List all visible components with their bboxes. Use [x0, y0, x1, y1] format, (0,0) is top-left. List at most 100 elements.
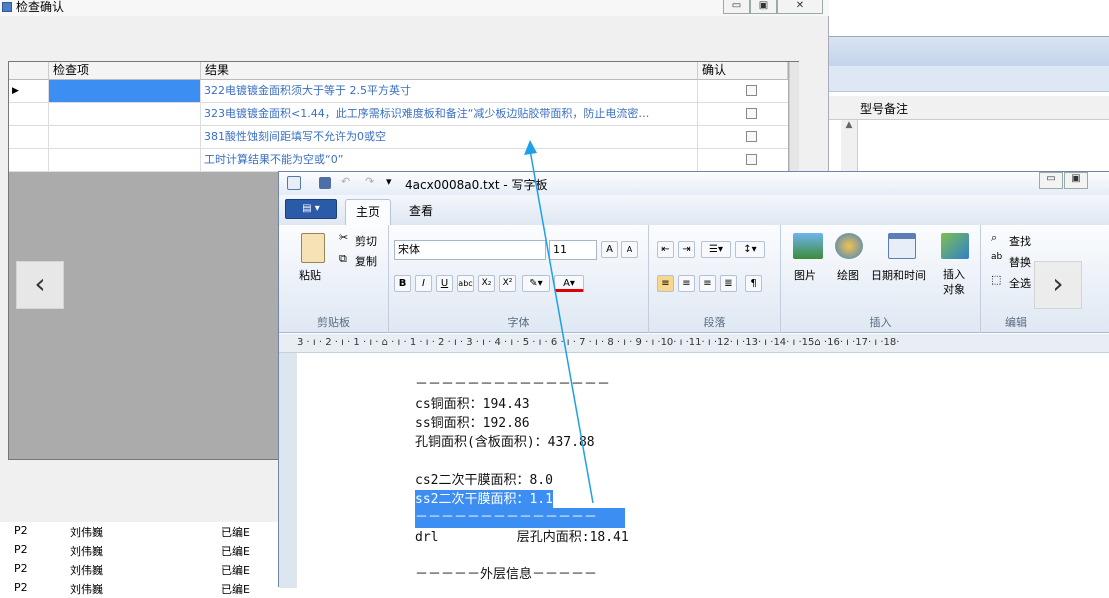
confirm-checkbox[interactable]	[746, 85, 757, 96]
paste-icon[interactable]	[301, 233, 325, 263]
cut-button[interactable]: 剪切	[355, 233, 377, 249]
grow-font-button[interactable]: A	[601, 241, 618, 258]
check-item-cell[interactable]	[49, 80, 201, 102]
align-center-icon[interactable]: ≡	[678, 275, 695, 292]
check-item-cell[interactable]	[49, 103, 201, 125]
group-label: 编辑	[1005, 316, 1027, 329]
tab-view[interactable]: 查看	[399, 199, 443, 225]
align-left-icon[interactable]: ≡	[657, 275, 674, 292]
doc-line[interactable]: －－－－－－－－－－－－－－－	[415, 375, 610, 395]
justify-icon[interactable]: ≣	[720, 275, 737, 292]
copy-button[interactable]: 复制	[355, 253, 377, 269]
find-button[interactable]: 查找	[1009, 233, 1031, 249]
datetime-button[interactable]: 日期和时间	[871, 267, 926, 283]
insert-object-button[interactable]: 插入对象	[943, 267, 969, 297]
code-cell: P2	[14, 581, 28, 594]
calendar-icon[interactable]	[888, 233, 916, 259]
line-spacing-icon[interactable]: ↕▾	[735, 241, 765, 258]
minimize-button[interactable]: ▭	[723, 0, 750, 14]
result-cell[interactable]: 323电镀镀金面积<1.44，此工序需标识难度板和备注“减少板边贴胶带面积，防止…	[201, 103, 698, 125]
doc-line[interactable]: cs铜面积：194.43	[415, 395, 530, 415]
picture-button[interactable]: 图片	[794, 267, 816, 283]
file-menu-button[interactable]: ▤ ▾	[285, 199, 337, 219]
select-all-button[interactable]: 全选	[1009, 275, 1031, 291]
doc-line-selected[interactable]: ss2二次干膜面积：1.1	[415, 490, 553, 510]
bullets-icon[interactable]: ☰▾	[701, 241, 731, 258]
group-label: 段落	[703, 316, 726, 329]
column-header-item[interactable]: 检查项	[49, 62, 201, 80]
italic-button[interactable]: I	[415, 275, 432, 292]
insert-object-icon[interactable]	[941, 233, 969, 259]
customize-toolbar-icon[interactable]: ▾	[386, 175, 392, 188]
check-item-cell[interactable]	[49, 126, 201, 148]
copy-icon[interactable]: ⧉	[339, 252, 347, 266]
tab-home[interactable]: 主页	[345, 199, 392, 225]
prev-button[interactable]: ‹	[16, 261, 64, 309]
superscript-button[interactable]: X²	[499, 275, 516, 292]
binoculars-icon[interactable]: ⌕	[991, 231, 997, 245]
doc-line[interactable]: cs2二次干膜面积：8.0	[415, 471, 553, 491]
column-header-model-note[interactable]: 型号备注	[860, 100, 908, 117]
doc-line-selected[interactable]: －－－－－－－－－－－－－－	[415, 508, 625, 528]
column-header-confirm[interactable]: 确认	[698, 62, 788, 80]
paragraph-icon[interactable]: ¶	[745, 275, 762, 292]
maximize-button[interactable]: ▣	[750, 0, 777, 14]
bold-button[interactable]: B	[394, 275, 411, 292]
row-selector[interactable]	[9, 149, 49, 171]
shrink-font-button[interactable]: A	[621, 241, 638, 258]
doc-line[interactable]: drl 层孔内面积:18.41	[415, 528, 629, 548]
document-area[interactable]	[279, 353, 1109, 588]
minimize-button[interactable]: ▭	[1039, 172, 1063, 189]
subscript-button[interactable]: X₂	[478, 275, 495, 292]
increase-indent-icon[interactable]: ⇥	[678, 241, 695, 258]
clipboard-group: 粘贴 ✂ 剪切 ⧉ 复制 剪贴板	[279, 225, 389, 333]
table-row[interactable]: ▶ 322电镀镀金面积须大于等于 2.5平方英寸	[9, 80, 788, 103]
save-icon[interactable]	[319, 177, 331, 189]
list-item[interactable]: P2 刘伟巍 已编E	[0, 579, 280, 598]
paint-button[interactable]: 绘图	[837, 267, 859, 283]
underline-button[interactable]: U	[436, 275, 453, 292]
strikethrough-button[interactable]: abc	[457, 275, 474, 292]
scissors-icon[interactable]: ✂	[339, 231, 348, 244]
undo-icon[interactable]: ↶	[341, 175, 350, 188]
decrease-indent-icon[interactable]: ⇤	[657, 241, 674, 258]
font-size-select[interactable]: 11	[549, 240, 597, 260]
list-item[interactable]: P2 刘伟巍 已编E	[0, 522, 280, 541]
font-family-select[interactable]: 宋体	[394, 240, 546, 260]
next-button[interactable]: ›	[1034, 261, 1082, 309]
grid-scrollbar[interactable]	[789, 62, 799, 172]
highlight-icon[interactable]: ✎▾	[522, 275, 550, 292]
column-header-result[interactable]: 结果	[201, 62, 698, 80]
confirm-checkbox[interactable]	[746, 108, 757, 119]
result-cell[interactable]: 322电镀镀金面积须大于等于 2.5平方英寸	[201, 80, 698, 102]
table-row[interactable]: 381酸性蚀刻间距填写不允许为0或空	[9, 126, 788, 149]
close-button[interactable]: ✕	[777, 0, 823, 14]
table-row[interactable]: 323电镀镀金面积<1.44，此工序需标识难度板和备注“减少板边贴胶带面积，防止…	[9, 103, 788, 126]
confirm-checkbox[interactable]	[746, 131, 757, 142]
list-item[interactable]: P2 刘伟巍 已编E	[0, 541, 280, 560]
paste-button[interactable]: 粘贴	[299, 267, 321, 283]
row-selector[interactable]	[9, 126, 49, 148]
font-color-icon[interactable]: A▾	[554, 275, 584, 292]
paragraph-group: ⇤ ⇥ ☰▾ ↕▾ ≡ ≡ ≡ ≣ ¶ 段落	[649, 225, 781, 333]
check-item-cell[interactable]	[49, 149, 201, 171]
confirm-checkbox[interactable]	[746, 154, 757, 165]
replace-button[interactable]: 替换	[1009, 254, 1031, 270]
result-cell[interactable]: 381酸性蚀刻间距填写不允许为0或空	[201, 126, 698, 148]
list-item[interactable]: P2 刘伟巍 已编E	[0, 560, 280, 579]
ruler[interactable]: 3 · ı · 2 · ı · 1 · ı · ⌂ · ı · 1 · ı · …	[279, 334, 1109, 353]
paint-icon[interactable]	[835, 233, 863, 259]
doc-line[interactable]: 孔铜面积(含板面积)：437.88	[415, 433, 595, 453]
row-selector[interactable]	[9, 103, 49, 125]
select-all-icon[interactable]: ⬚	[991, 273, 1001, 286]
row-selector[interactable]: ▶	[9, 80, 49, 102]
replace-icon[interactable]: ab	[991, 252, 1002, 262]
picture-icon[interactable]	[793, 233, 823, 259]
table-row[interactable]: 工时计算结果不能为空或“0”	[9, 149, 788, 172]
redo-icon[interactable]: ↷	[365, 175, 374, 188]
maximize-button[interactable]: ▣	[1064, 172, 1088, 189]
result-cell[interactable]: 工时计算结果不能为空或“0”	[201, 149, 698, 171]
align-right-icon[interactable]: ≡	[699, 275, 716, 292]
doc-line[interactable]: ss铜面积：192.86	[415, 414, 530, 434]
doc-line[interactable]: －－－－－外层信息－－－－－	[415, 565, 597, 585]
